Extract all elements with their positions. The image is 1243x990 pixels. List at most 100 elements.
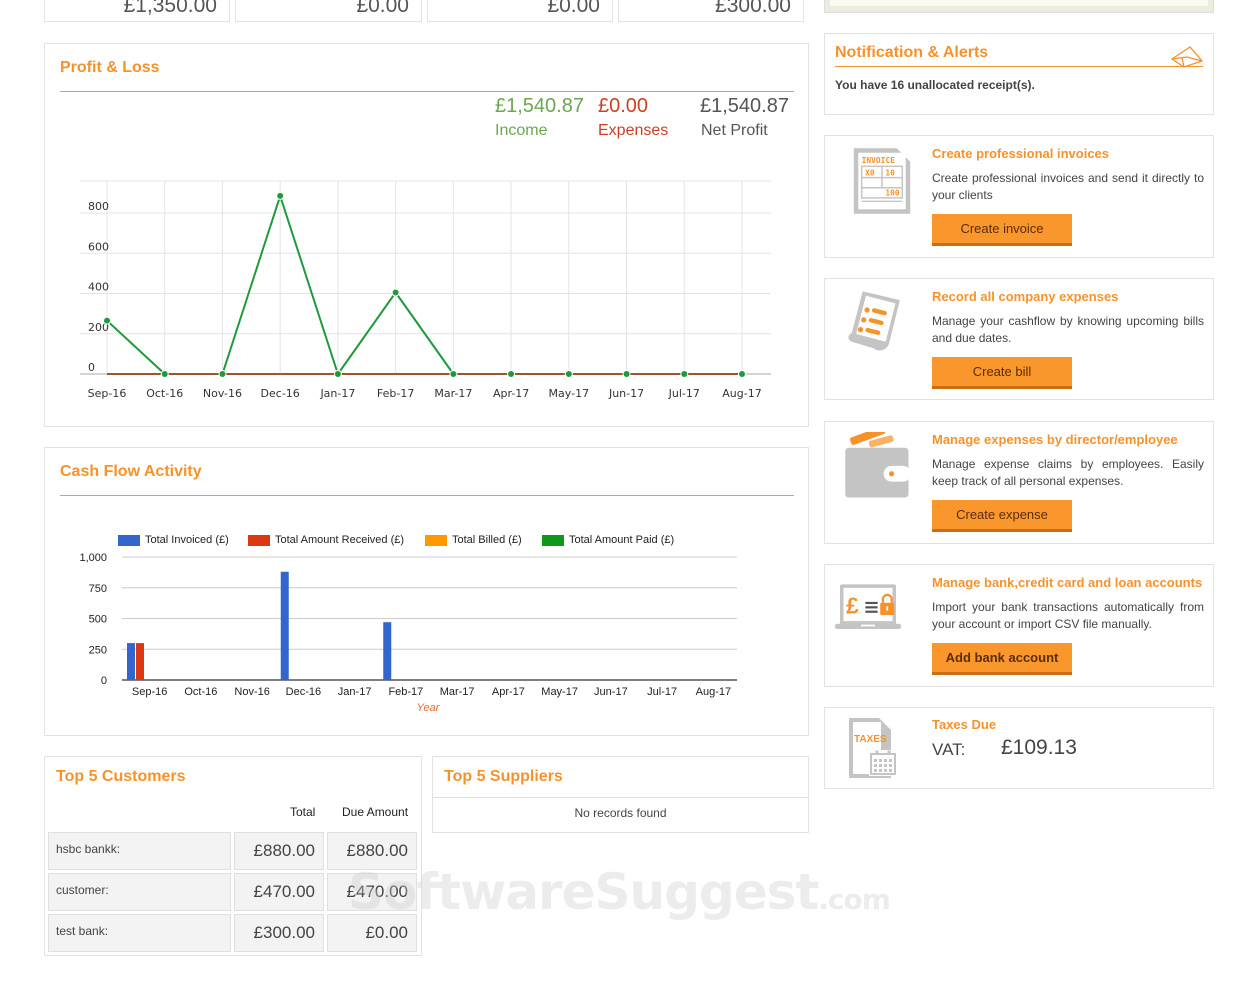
envelope-icon[interactable] <box>1170 44 1204 68</box>
panel-title: Top 5 Suppliers <box>444 768 563 785</box>
feature-card-invoices: INVOICE X0 10 100 Create professional in… <box>824 135 1214 258</box>
x-tick-label: Feb-17 <box>388 686 423 698</box>
data-point[interactable] <box>680 370 689 378</box>
divider <box>433 797 808 798</box>
bank-laptop-icon: £ <box>834 584 902 629</box>
svg-text:INVOICE: INVOICE <box>862 156 896 165</box>
table-row: test bank: £300.00 £0.00 <box>48 914 417 952</box>
x-tick-label: Dec-16 <box>286 686 321 698</box>
top-suppliers-panel: Top 5 Suppliers No records found <box>432 756 809 833</box>
taxes-title: Taxes Due <box>932 717 997 732</box>
feature-title: Manage bank,credit card and loan account… <box>932 575 1203 590</box>
data-point[interactable] <box>160 370 169 378</box>
summary-value: £0.00 <box>547 0 600 17</box>
svg-text:100: 100 <box>885 189 900 198</box>
summary-box-2: £0.00 <box>235 0 422 22</box>
data-point[interactable] <box>103 316 111 325</box>
taxes-icon: TAXES <box>849 718 897 778</box>
bar-total-amount-received[interactable] <box>136 643 144 680</box>
customer-total: £880.00 <box>234 832 324 870</box>
x-tick-label: Feb-17 <box>377 387 414 400</box>
data-point[interactable] <box>218 370 227 378</box>
svg-text:TAXES: TAXES <box>854 734 887 745</box>
x-tick-label: Apr-17 <box>493 387 529 400</box>
y-tick-label: 800 <box>88 200 109 213</box>
x-tick-label: Jan-17 <box>319 387 355 400</box>
customer-due-amount: £880.00 <box>327 832 417 870</box>
data-point[interactable] <box>507 370 516 378</box>
x-tick-label: Nov-16 <box>203 387 242 400</box>
line-segment-net-profit <box>337 291 397 375</box>
data-point[interactable] <box>738 370 746 378</box>
customer-name: hsbc bankk: <box>48 832 231 870</box>
summary-value: £0.00 <box>356 0 409 17</box>
bill-icon <box>848 291 900 351</box>
y-tick-label: 500 <box>89 614 107 626</box>
column-header-due-amount: Due Amount <box>342 805 409 819</box>
x-tick-label: Aug-17 <box>696 686 731 698</box>
column-header-total: Total <box>290 805 316 819</box>
data-point[interactable] <box>449 370 458 378</box>
x-tick-label: Nov-16 <box>234 686 269 698</box>
create-expense-button[interactable]: Create expense <box>932 500 1072 532</box>
customer-name: test bank: <box>48 914 231 952</box>
x-tick-label: Dec-16 <box>261 387 300 400</box>
data-point[interactable] <box>391 288 400 297</box>
profit-loss-line-chart: 0200400600800 Sep-16 Oct-16 Nov-16 Dec-16 Ja… <box>80 180 771 400</box>
create-bill-button[interactable]: Create bill <box>932 357 1072 389</box>
cash-flow-panel: Cash Flow Activity Total Invoiced (£) Tot… <box>44 447 809 736</box>
x-tick-label: Jun-17 <box>608 387 644 400</box>
summary-value: £300.00 <box>715 0 791 17</box>
x-tick-label: Sep-16 <box>132 686 167 698</box>
notifications-panel: Notification & Alerts You have 16 unallo… <box>824 33 1214 115</box>
feature-card-expenses: Manage expenses by director/employee Man… <box>824 421 1214 544</box>
line-segment-net-profit <box>221 195 282 375</box>
bar-total-invoiced[interactable] <box>280 571 289 680</box>
x-tick-label: May-17 <box>541 686 578 698</box>
feature-title: Record all company expenses <box>932 289 1119 304</box>
feature-description: Create professional invoices and send it… <box>932 171 1204 202</box>
y-tick-label: 750 <box>89 583 107 595</box>
customers-table: hsbc bankk: £880.00 £880.00 customer: £470.0… <box>45 829 420 955</box>
x-tick-label: Oct-16 <box>184 686 217 698</box>
wallet-icon <box>845 432 911 498</box>
x-axis-title: Year <box>417 702 441 714</box>
cash-flow-bar-chart: 0 250 500 750 1,000 Sep-16 Oct-16 Nov-16 Dec-16… <box>79 552 737 714</box>
bar-total-invoiced[interactable] <box>383 622 392 680</box>
x-tick-label: Aug-17 <box>722 387 761 400</box>
add-bank-account-button[interactable]: Add bank account <box>932 643 1072 675</box>
notification-message[interactable]: You have 16 unallocated receipt(s). <box>835 78 1035 92</box>
svg-text:X0: X0 <box>865 168 875 177</box>
data-point[interactable] <box>564 370 573 378</box>
watermark: SoftwareSuggest.com <box>348 863 891 921</box>
y-tick-label: 400 <box>88 281 109 294</box>
x-tick-label: Apr-17 <box>492 686 525 698</box>
customer-total: £300.00 <box>234 914 324 952</box>
top-customers-panel: Top 5 Customers Total Due Amount hsbc ba… <box>44 756 422 956</box>
svg-text:£: £ <box>846 592 859 618</box>
panel-title: Top 5 Customers <box>56 768 186 785</box>
data-point[interactable] <box>333 370 342 378</box>
bar-total-invoiced[interactable] <box>127 643 135 680</box>
x-tick-label: Mar-17 <box>434 387 472 400</box>
x-tick-label: Jul-17 <box>668 387 700 400</box>
table-row: customer: £470.00 £470.00 <box>48 873 417 911</box>
x-tick-label: Jun-17 <box>594 686 628 698</box>
create-invoice-button[interactable]: Create invoice <box>932 214 1072 246</box>
summary-box-1: £1,350.00 <box>44 0 230 22</box>
summary-box-4: £300.00 <box>618 0 804 22</box>
customer-total: £470.00 <box>234 873 324 911</box>
x-tick-label: Jul-17 <box>647 686 677 698</box>
feature-title: Create professional invoices <box>932 146 1110 161</box>
data-point[interactable] <box>622 370 631 378</box>
y-tick-label: 0 <box>88 361 95 374</box>
x-tick-label: Jan-17 <box>338 686 372 698</box>
data-point[interactable] <box>276 191 285 200</box>
feature-description: Manage expense claims by employees. Easi… <box>932 457 1204 488</box>
y-tick-label: 0 <box>101 675 107 687</box>
summary-value: £1,350.00 <box>123 0 217 17</box>
x-tick-label: Oct-16 <box>146 387 183 400</box>
invoice-icon: INVOICE X0 10 100 <box>853 148 911 214</box>
feature-title: Manage expenses by director/employee <box>932 432 1178 447</box>
line-segment-net-profit <box>279 195 339 375</box>
